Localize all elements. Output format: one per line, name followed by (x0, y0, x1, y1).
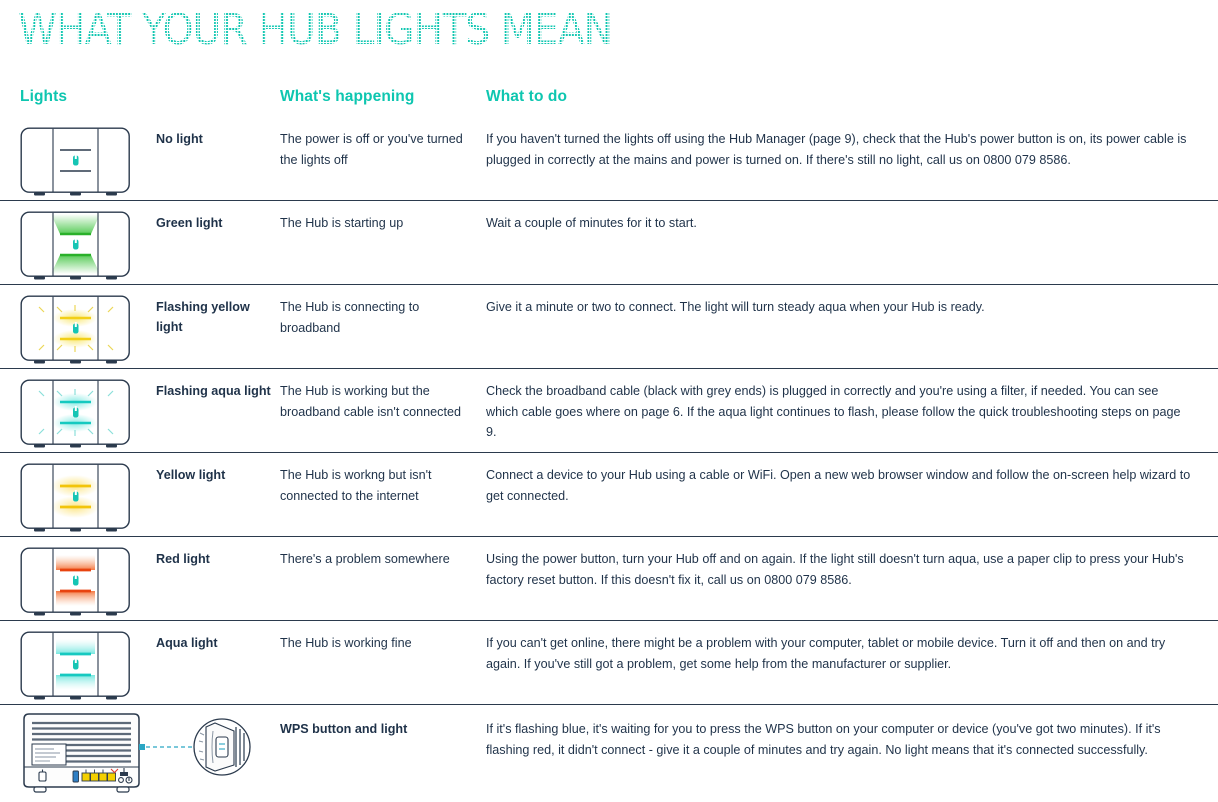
whats-happening-text: The power is off or you've turned the li… (280, 132, 463, 167)
hub-icon-cell (20, 369, 140, 449)
light-name: Yellow light (156, 468, 226, 482)
what-to-do-text: If you haven't turned the lights off usi… (486, 132, 1187, 167)
whats-happening-text: The Hub is connecting to broadband (280, 300, 420, 335)
hub-front-yellow-light-icon (20, 463, 131, 533)
column-headers: Lights What's happening What to do (0, 88, 1218, 112)
table-row: Flashing yellow light The Hub is connect… (0, 285, 1218, 369)
header-lights: Lights (20, 88, 68, 105)
router-icon-cell (10, 705, 260, 795)
table-row: Yellow light The Hub is workng but isn't… (0, 453, 1218, 537)
what-to-do-text: Connect a device to your Hub using a cab… (486, 468, 1191, 503)
hub-front-no-light-icon (20, 127, 131, 197)
hub-icon-cell (20, 117, 140, 197)
what-to-do-text: Give it a minute or two to connect. The … (486, 300, 985, 314)
what-to-do-text: If you can't get online, there might be … (486, 636, 1166, 671)
table-row: Flashing aqua light The Hub is working b… (0, 369, 1218, 453)
hub-lights-guide-page: WHAT YOUR HUB LIGHTS MEAN Lights What's … (0, 0, 1218, 798)
header-what-to-do: What to do (486, 88, 568, 105)
light-name: Green light (156, 216, 223, 230)
hub-lights-table: No light The power is off or you've turn… (0, 117, 1218, 799)
light-name: WPS button and light (280, 722, 408, 736)
hub-front-flashing-aqua-light-icon (20, 379, 131, 449)
what-to-do-text: If it's flashing blue, it's waiting for … (486, 722, 1161, 757)
what-to-do-text: Wait a couple of minutes for it to start… (486, 216, 697, 230)
hub-icon-cell (20, 453, 140, 533)
table-row: No light The power is off or you've turn… (0, 117, 1218, 201)
what-to-do-text: Check the broadband cable (black with gr… (486, 384, 1181, 439)
whats-happening-text: The Hub is working but the broadband cab… (280, 384, 461, 419)
hub-icon-cell (20, 537, 140, 617)
table-row: WPS button and light If it's flashing bl… (0, 705, 1218, 799)
table-row: Green light The Hub is starting up Wait … (0, 201, 1218, 285)
whats-happening-text: The Hub is starting up (280, 216, 404, 230)
whats-happening-text: There's a problem somewhere (280, 552, 450, 566)
light-name: Aqua light (156, 636, 218, 650)
hub-front-flashing-yellow-light-icon (20, 295, 131, 365)
table-row: Aqua light The Hub is working fine If yo… (0, 621, 1218, 705)
hub-icon-cell (20, 285, 140, 365)
light-name: Flashing yellow light (156, 300, 250, 334)
whats-happening-text: The Hub is workng but isn't connected to… (280, 468, 432, 503)
hub-rear-wps-callout-icon (10, 711, 260, 795)
header-whats-happening: What's happening (280, 88, 415, 105)
table-row: Red light There's a problem somewhere Us… (0, 537, 1218, 621)
whats-happening-text: The Hub is working fine (280, 636, 412, 650)
hub-front-green-light-icon (20, 211, 131, 281)
hub-icon-cell (20, 621, 140, 701)
light-name: Flashing aqua light (156, 384, 271, 398)
hub-front-aqua-light-icon (20, 631, 131, 701)
page-title-wrap: WHAT YOUR HUB LIGHTS MEAN (18, 4, 613, 56)
light-name: Red light (156, 552, 210, 566)
hub-icon-cell (20, 201, 140, 281)
light-name: No light (156, 132, 203, 146)
hub-front-red-light-icon (20, 547, 131, 617)
what-to-do-text: Using the power button, turn your Hub of… (486, 552, 1184, 587)
page-title: WHAT YOUR HUB LIGHTS MEAN (18, 5, 613, 55)
